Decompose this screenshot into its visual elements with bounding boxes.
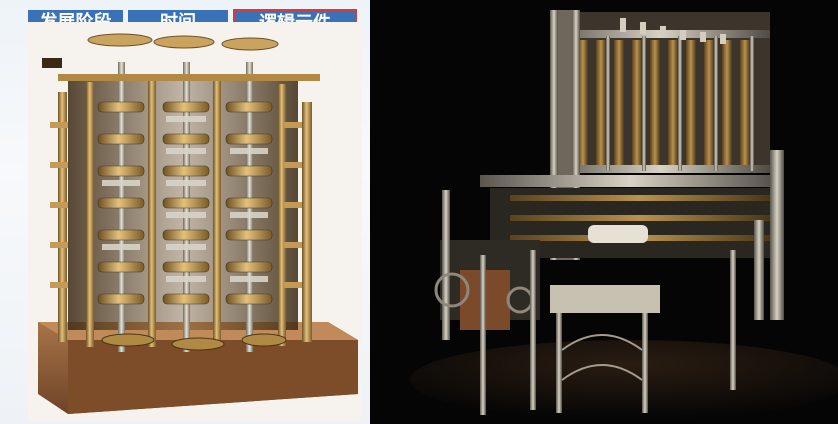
difference-engine-2-photo [370, 0, 838, 424]
steel-engine-illustration [410, 10, 838, 420]
difference-engine-fragment-photo [28, 22, 362, 422]
brass-engine-illustration [38, 33, 358, 414]
